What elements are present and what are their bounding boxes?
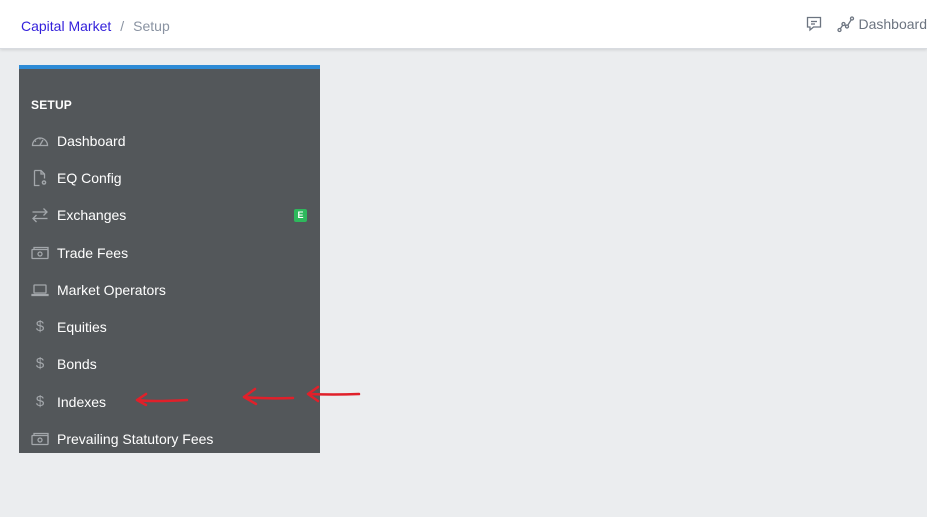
setup-menu: Dashboard EQ Config Exchanges E Trade Fe… [19, 122, 320, 458]
menu-item-label: Prevailing Statutory Fees [57, 431, 214, 448]
chat-icon[interactable] [805, 15, 823, 33]
menu-item-eq-config[interactable]: EQ Config [19, 159, 320, 196]
setup-panel: SETUP Dashboard EQ Config Exchanges E Tr… [19, 65, 320, 453]
panel-title: SETUP [31, 98, 73, 112]
dashboard-link[interactable]: Dashboard [836, 15, 927, 33]
menu-item-trade-fees[interactable]: Trade Fees [19, 234, 320, 271]
dollar-icon: $ [35, 392, 45, 410]
graph-icon [836, 15, 855, 33]
menu-item-bonds[interactable]: $ Bonds [19, 346, 320, 383]
menu-item-label: Indexes [57, 393, 107, 410]
speedometer-icon [31, 132, 49, 150]
menu-item-equities[interactable]: $ Equities [19, 308, 320, 345]
menu-item-dashboard[interactable]: Dashboard [19, 122, 320, 159]
menu-item-label: Market Operators [57, 281, 166, 298]
breadcrumb-capital-market[interactable]: Capital Market [21, 17, 111, 35]
menu-item-label: Trade Fees [57, 244, 129, 261]
menu-item-label: Equities [57, 319, 107, 336]
dollar-icon: $ [35, 355, 45, 373]
dollar-icon: $ [35, 318, 45, 336]
breadcrumb-setup: Setup [133, 18, 170, 34]
dashboard-link-label: Dashboard [858, 16, 927, 32]
top-header: Capital Market / Setup Dashboard [0, 0, 927, 49]
header-actions: Dashboard [805, 15, 927, 33]
breadcrumb: Capital Market / Setup [21, 17, 170, 35]
money-icon [31, 430, 49, 448]
laptop-icon [31, 281, 49, 299]
menu-item-label: Bonds [57, 356, 97, 373]
money-icon [31, 244, 49, 262]
menu-item-market-operators[interactable]: Market Operators [19, 271, 320, 308]
menu-item-label: Exchanges [57, 207, 127, 224]
exchanges-badge: E [294, 208, 307, 222]
menu-item-indexes[interactable]: $ Indexes [19, 383, 320, 420]
breadcrumb-separator: / [120, 18, 125, 34]
file-settings-icon [31, 169, 49, 187]
swap-arrows-icon [31, 206, 49, 224]
menu-item-exchanges[interactable]: Exchanges E [19, 197, 320, 234]
menu-item-prevailing-statutory-fees[interactable]: Prevailing Statutory Fees [19, 420, 320, 457]
menu-item-label: Dashboard [57, 132, 126, 149]
menu-item-label: EQ Config [57, 169, 122, 186]
